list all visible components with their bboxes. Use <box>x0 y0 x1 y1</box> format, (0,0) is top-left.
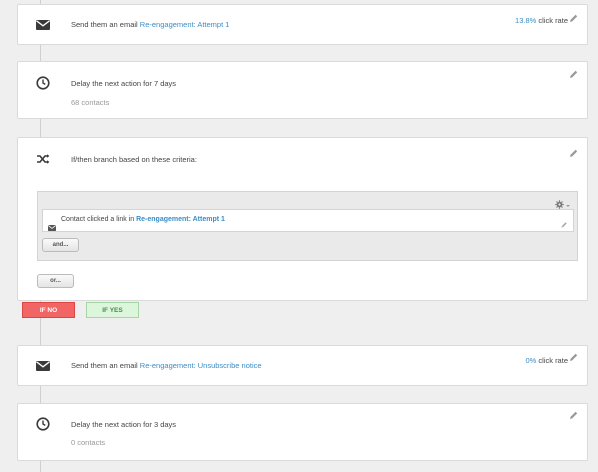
email-link[interactable]: Re-engagement: Unsubscribe notice <box>140 361 262 370</box>
if-no-branch-tab[interactable]: IF NO <box>22 302 75 318</box>
branch-step-card[interactable]: If/then branch based on these criteria: … <box>17 137 588 301</box>
criteria-email-link[interactable]: Re-engagement: Attempt 1 <box>136 216 225 223</box>
click-rate: 13.8% click rate <box>515 16 568 25</box>
criteria-prefix: Contact clicked a link in <box>61 216 137 223</box>
pencil-icon[interactable] <box>568 67 579 78</box>
click-rate-label: click rate <box>536 16 568 25</box>
shuffle-icon <box>35 151 51 167</box>
pencil-icon[interactable] <box>568 350 579 361</box>
email-step-prefix: Send them an email <box>71 361 140 370</box>
envelope-icon <box>48 218 56 236</box>
criteria-condition[interactable]: Contact clicked a link in Re-engagement:… <box>42 209 574 232</box>
email-step-description: Send them an email Re-engagement: Unsubs… <box>71 361 262 370</box>
email-step-prefix: Send them an email <box>71 20 140 29</box>
and-button[interactable]: and... <box>42 238 79 252</box>
delay-step-description: Delay the next action for 3 days <box>71 420 177 429</box>
clock-icon <box>35 416 51 432</box>
criteria-group: Contact clicked a link in Re-engagement:… <box>37 191 578 261</box>
email-link[interactable]: Re-engagement: Attempt 1 <box>140 20 230 29</box>
envelope-icon <box>35 17 51 33</box>
pencil-icon[interactable] <box>568 146 579 157</box>
click-rate: 0% click rate <box>525 356 568 365</box>
or-button[interactable]: or... <box>37 274 74 288</box>
click-rate-value[interactable]: 0% <box>525 356 536 365</box>
clock-icon <box>35 75 51 91</box>
delay-step-card[interactable]: Delay the next action for 7 days 68 cont… <box>17 61 588 119</box>
email-step-card[interactable]: Send them an email Re-engagement: Attemp… <box>17 4 588 45</box>
contacts-count[interactable]: 68 contacts <box>71 98 109 107</box>
click-rate-label: click rate <box>536 356 568 365</box>
email-step-description: Send them an email Re-engagement: Attemp… <box>71 20 229 29</box>
click-rate-value[interactable]: 13.8% <box>515 16 536 25</box>
delay-step-description: Delay the next action for 7 days <box>71 79 177 88</box>
criteria-condition-text: Contact clicked a link in Re-engagement:… <box>61 216 225 223</box>
envelope-icon <box>35 358 51 374</box>
branch-step-title: If/then branch based on these criteria: <box>71 155 197 164</box>
email-step-card[interactable]: Send them an email Re-engagement: Unsubs… <box>17 345 588 386</box>
delay-step-card[interactable]: Delay the next action for 3 days 0 conta… <box>17 403 588 461</box>
pencil-icon[interactable] <box>560 216 568 234</box>
pencil-icon[interactable] <box>568 11 579 22</box>
pencil-icon[interactable] <box>568 408 579 419</box>
contacts-count[interactable]: 0 contacts <box>71 438 105 447</box>
if-yes-branch-tab[interactable]: IF YES <box>86 302 139 318</box>
